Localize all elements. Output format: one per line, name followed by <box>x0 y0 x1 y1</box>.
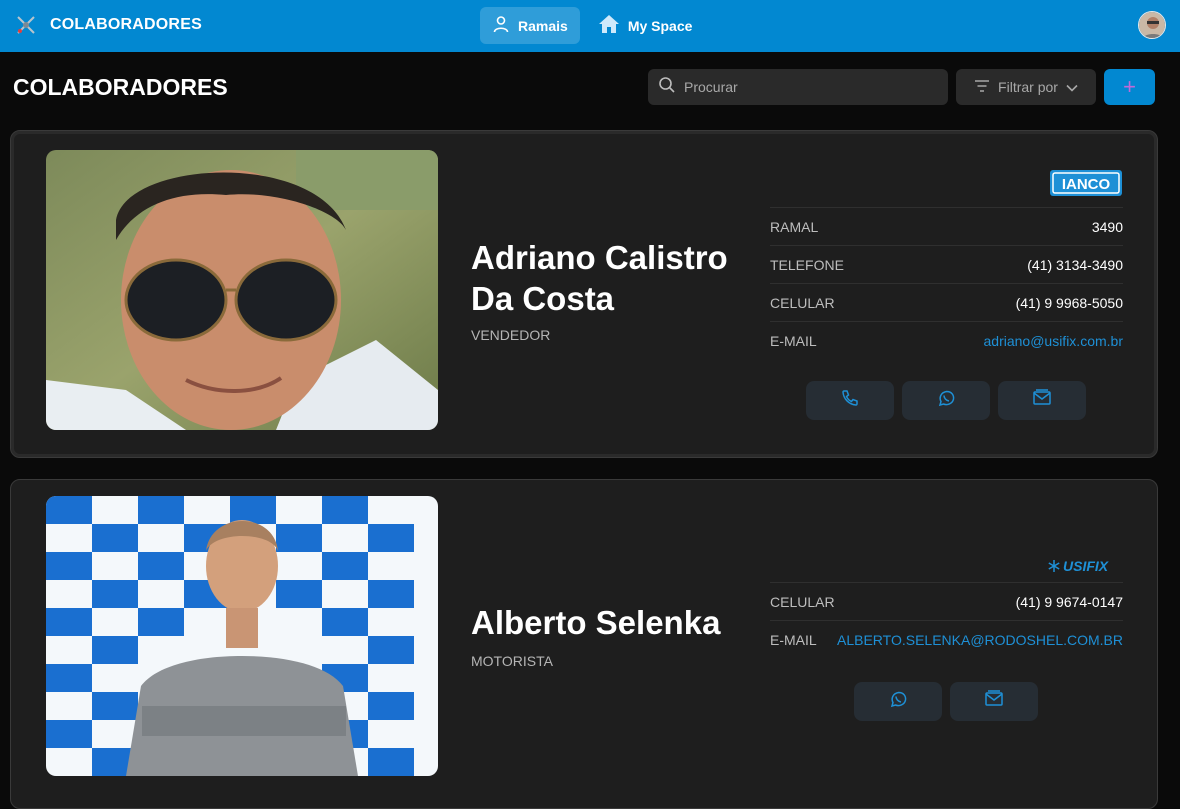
call-button[interactable] <box>806 381 894 420</box>
employee-card: Alberto Selenka MOTORISTA USIFIX CELULAR… <box>10 479 1158 809</box>
add-employee-button[interactable]: + <box>1104 69 1155 105</box>
info-value: (41) 3134-3490 <box>1027 256 1123 273</box>
main-nav: Ramais My Space <box>480 7 704 44</box>
employee-name-line: Adriano Calistro <box>471 239 728 276</box>
employee-name: Adriano Calistro Da Costa <box>471 237 728 319</box>
employee-photo <box>46 496 438 776</box>
filter-dropdown[interactable]: Filtrar por <box>956 69 1096 105</box>
info-row-telefone: TELEFONE (41) 3134-3490 <box>770 245 1123 283</box>
company-logo-usifix: USIFIX <box>1048 558 1122 579</box>
email-link[interactable]: ALBERTO.SELENKA@RODOSHEL.COM.BR <box>837 632 1123 648</box>
info-value: (41) 9 9968-5050 <box>1015 294 1123 311</box>
contact-actions <box>806 381 1086 420</box>
filter-label: Filtrar por <box>998 79 1058 95</box>
search-icon <box>658 76 676 99</box>
info-label: RAMAL <box>770 218 819 235</box>
user-avatar[interactable] <box>1138 11 1166 39</box>
info-row-email: E-MAIL ALBERTO.SELENKA@RODOSHEL.COM.BR <box>770 620 1123 658</box>
employee-photo <box>46 150 438 430</box>
info-label: E-MAIL <box>770 631 817 648</box>
nav-item-ramais[interactable]: Ramais <box>480 7 580 44</box>
contact-info-table: CELULAR (41) 9 9674-0147 E-MAIL ALBERTO.… <box>770 582 1123 658</box>
page-title: COLABORADORES <box>13 74 228 100</box>
employee-role: VENDEDOR <box>471 327 551 343</box>
contact-actions <box>854 682 1038 721</box>
info-label: CELULAR <box>770 294 835 311</box>
email-button[interactable] <box>998 381 1086 420</box>
search-box <box>648 69 948 105</box>
info-row-ramal: RAMAL 3490 <box>770 207 1123 245</box>
contact-info-table: RAMAL 3490 TELEFONE (41) 3134-3490 CELUL… <box>770 207 1123 359</box>
company-logo-text: IANCO <box>1062 176 1111 193</box>
company-logo-ianco: IANCO <box>1050 170 1122 201</box>
brand[interactable]: COLABORADORES <box>12 11 202 39</box>
info-label: E-MAIL <box>770 332 817 349</box>
company-logo-text: USIFIX <box>1063 558 1110 574</box>
email-button[interactable] <box>950 682 1038 721</box>
person-icon <box>492 15 510 36</box>
app-title: COLABORADORES <box>50 16 202 33</box>
info-label: CELULAR <box>770 593 835 610</box>
chevron-down-icon <box>1066 79 1078 95</box>
whatsapp-icon <box>937 389 956 413</box>
flower-logo-icon <box>12 11 40 39</box>
employee-name: Alberto Selenka <box>471 602 720 643</box>
employee-name-line: Da Costa <box>471 280 615 317</box>
mail-icon <box>1032 389 1052 412</box>
nav-item-my-space[interactable]: My Space <box>586 7 705 44</box>
info-value: 3490 <box>1091 218 1123 235</box>
info-label: TELEFONE <box>770 256 844 273</box>
employee-role: MOTORISTA <box>471 653 553 669</box>
employee-name-line: Alberto Selenka <box>471 604 721 641</box>
email-link[interactable]: adriano@usifix.com.br <box>984 333 1124 349</box>
whatsapp-button[interactable] <box>854 682 942 721</box>
search-input[interactable] <box>684 79 924 95</box>
nav-item-label: My Space <box>627 17 693 34</box>
info-value: (41) 9 9674-0147 <box>1015 593 1123 610</box>
nav-item-label: Ramais <box>518 17 568 34</box>
info-row-celular: CELULAR (41) 9 9968-5050 <box>770 283 1123 321</box>
plus-icon: + <box>1123 74 1136 99</box>
employee-card: Adriano Calistro Da Costa VENDEDOR IANCO… <box>10 130 1158 458</box>
whatsapp-button[interactable] <box>902 381 990 420</box>
mail-icon <box>984 690 1004 713</box>
whatsapp-icon <box>889 690 908 714</box>
home-icon <box>598 14 620 37</box>
info-row-celular: CELULAR (41) 9 9674-0147 <box>770 582 1123 620</box>
info-row-email: E-MAIL adriano@usifix.com.br <box>770 321 1123 359</box>
top-bar: COLABORADORES Ramais My Space <box>0 0 1180 52</box>
filter-lines-icon <box>974 79 990 96</box>
phone-icon <box>841 389 859 412</box>
